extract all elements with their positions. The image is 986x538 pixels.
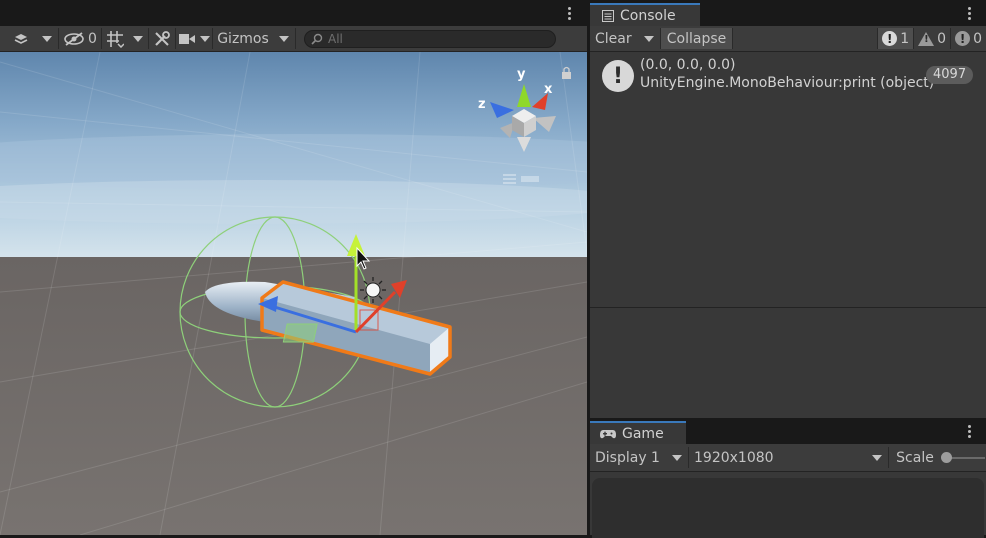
gizmos-dropdown-arrow[interactable] [273,28,295,49]
console-tab-label: Console [620,7,676,24]
axis-x-label: x [544,82,553,97]
tools-button[interactable] [149,28,175,49]
game-toolbar: Display 1 1920x1080 Scale [590,444,986,472]
warning-icon: ! [918,31,935,46]
gizmos-button[interactable]: Gizmos [213,28,273,49]
log-entry[interactable]: ! (0.0, 0.0, 0.0) UnityEngine.MonoBehavi… [590,56,986,98]
log-count-badge: 4097 [926,66,974,84]
display-dropdown[interactable]: Display 1 [590,447,688,468]
scene-search-field[interactable]: All [304,29,556,48]
error-count-toggle[interactable]: ! 0 [951,28,986,49]
chevron-down-icon [42,35,52,42]
eye-hidden-icon [64,31,84,46]
layers-icon [14,33,28,44]
scene-tabbar [0,0,587,27]
hidden-count: 0 [88,30,97,47]
grid-toggle-button[interactable] [102,28,128,49]
gamepad-icon [600,429,616,438]
error-count: 0 [973,30,982,47]
info-icon: ! [882,31,898,46]
scene-menu-icon[interactable] [568,7,571,20]
display-label: Display 1 [595,449,660,466]
console-menu-icon[interactable] [968,7,971,20]
tools-icon [155,30,170,46]
clear-button[interactable]: Clear [590,28,638,49]
grid-options-arrow[interactable] [128,28,148,49]
chevron-down-icon [672,454,682,461]
resolution-label: 1920x1080 [694,449,774,466]
camera-settings-dropdown[interactable] [176,28,212,49]
console-detail-area[interactable] [590,307,986,419]
draw-mode-arrow[interactable] [36,28,58,49]
collapse-toggle[interactable]: Collapse [661,28,732,49]
game-tab-label: Game [622,425,664,442]
scale-slider-thumb[interactable] [941,452,952,463]
clear-options-arrow[interactable] [638,28,660,49]
axis-z-label: z [478,97,486,112]
tab-game[interactable]: Game [590,421,686,444]
error-icon: ! [955,31,971,46]
axis-y-label: y [517,67,526,82]
info-icon: ! [602,60,634,92]
console-log-list[interactable]: ! (0.0, 0.0, 0.0) UnityEngine.MonoBehavi… [590,52,986,307]
chevron-down-icon [200,35,210,42]
chevron-down-icon [279,35,289,42]
search-icon [311,33,323,45]
warning-count-toggle[interactable]: ! 0 [914,28,950,49]
grid-icon [107,30,124,48]
scale-slider[interactable] [941,447,985,468]
log-line-1: (0.0, 0.0, 0.0) [640,57,736,73]
scene-visibility-toggle[interactable]: 0 [59,28,101,49]
chevron-down-icon [872,454,882,461]
camera-icon [179,33,195,44]
resolution-dropdown[interactable]: 1920x1080 [689,447,888,468]
scene-viewport[interactable]: y x z [0,52,587,535]
warning-count: 0 [937,30,947,47]
chevron-down-icon [133,35,143,42]
scale-label: Scale [896,449,934,466]
search-placeholder: All [328,31,343,46]
tab-console[interactable]: Console [590,3,700,26]
console-toolbar: Clear Collapse ! 1 ! 0 ! 0 [590,26,986,52]
log-count: 1 [900,30,910,47]
log-line-2: UnityEngine.MonoBehaviour:print (object) [640,75,935,91]
log-count-toggle[interactable]: ! 1 [878,28,914,49]
scene-toolbar: 0 Gizmos All [0,26,587,52]
draw-mode-dropdown[interactable] [0,28,36,49]
chevron-down-icon [644,35,654,42]
console-icon [602,9,614,22]
game-view[interactable] [590,472,986,538]
game-menu-icon[interactable] [968,425,971,438]
